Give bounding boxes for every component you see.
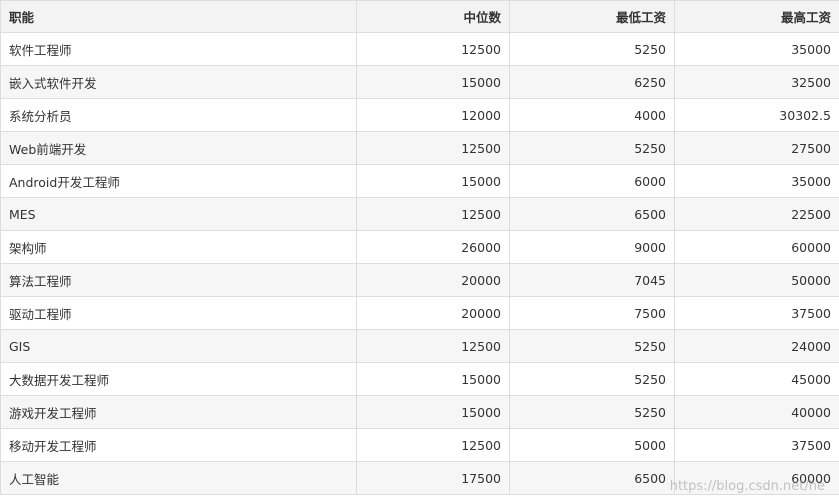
table-row: 系统分析员12000400030302.5	[1, 99, 839, 132]
cell-median: 12500	[357, 132, 510, 165]
cell-role: 驱动工程师	[1, 297, 357, 330]
table-row: GIS12500525024000	[1, 330, 839, 363]
cell-median: 15000	[357, 363, 510, 396]
table-row: Android开发工程师15000600035000	[1, 165, 839, 198]
cell-role: GIS	[1, 330, 357, 363]
cell-max-salary: 22500	[675, 198, 839, 231]
cell-median: 15000	[357, 396, 510, 429]
cell-min-salary: 7500	[510, 297, 675, 330]
cell-max-salary: 35000	[675, 165, 839, 198]
table-body: 软件工程师12500525035000嵌入式软件开发15000625032500…	[1, 33, 839, 495]
cell-max-salary: 45000	[675, 363, 839, 396]
table-header: 职能 中位数 最低工资 最高工资	[1, 1, 839, 33]
cell-median: 26000	[357, 231, 510, 264]
table-row: 人工智能17500650060000	[1, 462, 839, 495]
cell-role: 软件工程师	[1, 33, 357, 66]
table-row: 架构师26000900060000	[1, 231, 839, 264]
cell-min-salary: 6500	[510, 462, 675, 495]
cell-max-salary: 27500	[675, 132, 839, 165]
table-row: 游戏开发工程师15000525040000	[1, 396, 839, 429]
cell-min-salary: 5250	[510, 33, 675, 66]
cell-role: 嵌入式软件开发	[1, 66, 357, 99]
cell-min-salary: 6000	[510, 165, 675, 198]
table-row: 驱动工程师20000750037500	[1, 297, 839, 330]
table-row: 大数据开发工程师15000525045000	[1, 363, 839, 396]
cell-min-salary: 4000	[510, 99, 675, 132]
table-row: 移动开发工程师12500500037500	[1, 429, 839, 462]
cell-role: 游戏开发工程师	[1, 396, 357, 429]
header-max-salary[interactable]: 最高工资	[675, 1, 839, 33]
cell-median: 20000	[357, 264, 510, 297]
cell-max-salary: 60000	[675, 462, 839, 495]
cell-role: Web前端开发	[1, 132, 357, 165]
header-median[interactable]: 中位数	[357, 1, 510, 33]
table-row: 软件工程师12500525035000	[1, 33, 839, 66]
cell-min-salary: 7045	[510, 264, 675, 297]
cell-median: 12000	[357, 99, 510, 132]
cell-max-salary: 35000	[675, 33, 839, 66]
header-role[interactable]: 职能	[1, 1, 357, 33]
table-row: MES12500650022500	[1, 198, 839, 231]
cell-max-salary: 40000	[675, 396, 839, 429]
table-row: 算法工程师20000704550000	[1, 264, 839, 297]
cell-median: 12500	[357, 198, 510, 231]
cell-min-salary: 5250	[510, 396, 675, 429]
cell-max-salary: 60000	[675, 231, 839, 264]
cell-min-salary: 5000	[510, 429, 675, 462]
cell-median: 17500	[357, 462, 510, 495]
table-row: Web前端开发12500525027500	[1, 132, 839, 165]
salary-table: 职能 中位数 最低工资 最高工资 软件工程师12500525035000嵌入式软…	[0, 0, 839, 495]
cell-min-salary: 9000	[510, 231, 675, 264]
table-row: 嵌入式软件开发15000625032500	[1, 66, 839, 99]
header-row: 职能 中位数 最低工资 最高工资	[1, 1, 839, 33]
cell-max-salary: 37500	[675, 429, 839, 462]
cell-median: 15000	[357, 165, 510, 198]
cell-role: 架构师	[1, 231, 357, 264]
cell-min-salary: 6250	[510, 66, 675, 99]
cell-role: 算法工程师	[1, 264, 357, 297]
cell-role: MES	[1, 198, 357, 231]
cell-min-salary: 5250	[510, 330, 675, 363]
cell-role: 移动开发工程师	[1, 429, 357, 462]
cell-median: 12500	[357, 429, 510, 462]
cell-max-salary: 37500	[675, 297, 839, 330]
cell-max-salary: 30302.5	[675, 99, 839, 132]
cell-max-salary: 32500	[675, 66, 839, 99]
cell-role: Android开发工程师	[1, 165, 357, 198]
cell-min-salary: 5250	[510, 132, 675, 165]
cell-min-salary: 6500	[510, 198, 675, 231]
cell-role: 大数据开发工程师	[1, 363, 357, 396]
cell-role: 人工智能	[1, 462, 357, 495]
cell-min-salary: 5250	[510, 363, 675, 396]
cell-median: 20000	[357, 297, 510, 330]
cell-max-salary: 24000	[675, 330, 839, 363]
cell-median: 12500	[357, 330, 510, 363]
cell-median: 12500	[357, 33, 510, 66]
cell-max-salary: 50000	[675, 264, 839, 297]
header-min-salary[interactable]: 最低工资	[510, 1, 675, 33]
cell-role: 系统分析员	[1, 99, 357, 132]
cell-median: 15000	[357, 66, 510, 99]
